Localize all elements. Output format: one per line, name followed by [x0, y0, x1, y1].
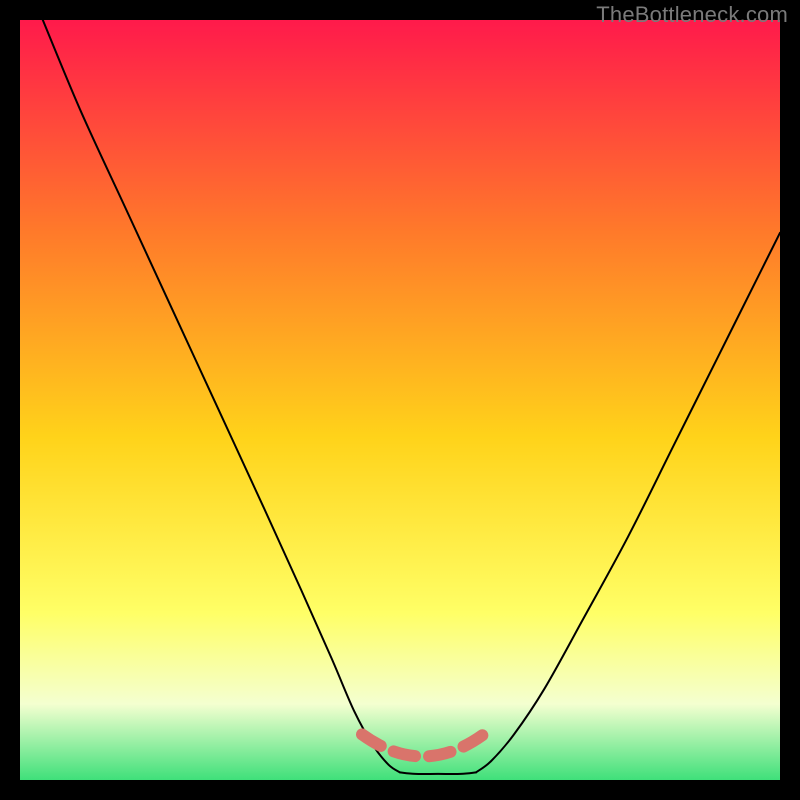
- gradient-background: [20, 20, 780, 780]
- watermark-text: TheBottleneck.com: [596, 2, 788, 28]
- chart-svg: [20, 20, 780, 780]
- chart-frame: TheBottleneck.com: [0, 0, 800, 800]
- plot-area: [20, 20, 780, 780]
